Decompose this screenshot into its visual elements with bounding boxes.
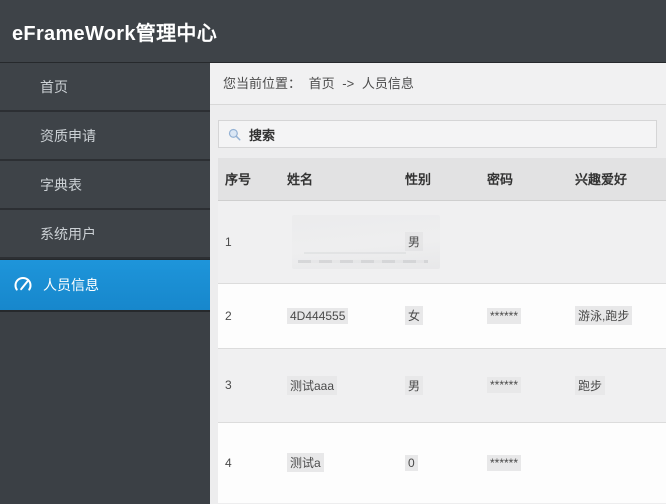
cell-gender: 女 bbox=[398, 283, 480, 349]
main-layout: 首页 资质申请 字典表 系统用户 人员信息 您当前位置： 首页 -> 人员信息 bbox=[0, 63, 666, 504]
col-header-hobby: 兴趣爱好 bbox=[568, 158, 666, 201]
col-header-index: 序号 bbox=[218, 158, 280, 201]
cell-name: 4D444555 bbox=[280, 283, 398, 349]
sidebar-item-qualification[interactable]: 资质申请 bbox=[0, 112, 210, 161]
sidebar: 首页 资质申请 字典表 系统用户 人员信息 bbox=[0, 63, 210, 504]
cell-gender: 0 bbox=[398, 422, 480, 503]
gauge-icon bbox=[13, 275, 33, 295]
cell-password: ****** bbox=[480, 348, 568, 423]
search-label: 搜索 bbox=[249, 127, 276, 143]
cell-password bbox=[480, 200, 568, 284]
cell-gender: 男 bbox=[398, 348, 480, 423]
col-header-password: 密码 bbox=[480, 158, 568, 201]
breadcrumb-home-link[interactable]: 首页 bbox=[309, 76, 335, 91]
cell-hobby bbox=[568, 422, 666, 503]
cell-name: 测试aaa bbox=[280, 348, 398, 423]
cell-name bbox=[280, 200, 440, 284]
cell-index: 1 bbox=[218, 200, 280, 284]
app-header: eFrameWork管理中心 bbox=[0, 0, 666, 63]
cell-hobby: 游泳,跑步 bbox=[568, 283, 666, 349]
search-panel-header[interactable]: 搜索 bbox=[218, 120, 657, 148]
faded-watermark-image bbox=[292, 214, 440, 269]
app-title: eFrameWork管理中心 bbox=[12, 22, 217, 45]
cell-name: 测试a bbox=[280, 422, 398, 503]
table-row[interactable]: 2 4D444555 女 ****** 游泳,跑步 bbox=[218, 283, 666, 349]
table-row[interactable]: 3 测试aaa 男 ****** 跑步 bbox=[218, 348, 666, 423]
cell-password: ****** bbox=[480, 422, 568, 503]
table-header: 序号 姓名 性别 密码 兴趣爱好 bbox=[218, 158, 666, 201]
sidebar-item-system-users[interactable]: 系统用户 bbox=[0, 210, 210, 259]
personnel-table: 序号 姓名 性别 密码 兴趣爱好 1 男 bbox=[218, 158, 666, 503]
cell-password: ****** bbox=[480, 283, 568, 349]
col-header-name: 姓名 bbox=[280, 158, 398, 201]
cell-index: 2 bbox=[218, 283, 280, 349]
sidebar-item-home[interactable]: 首页 bbox=[0, 63, 210, 112]
search-icon bbox=[227, 127, 242, 142]
col-header-gender: 性别 bbox=[398, 158, 480, 201]
cell-index: 4 bbox=[225, 455, 232, 470]
cell-hobby bbox=[568, 200, 666, 284]
table-row[interactable]: 1 男 bbox=[218, 200, 666, 284]
breadcrumb-current: 人员信息 bbox=[361, 76, 414, 91]
cell-index: 3 bbox=[218, 348, 280, 423]
table-row[interactable]: 4 测试a 0 ****** bbox=[218, 422, 666, 503]
breadcrumb-prefix: 您当前位置： bbox=[223, 76, 302, 91]
breadcrumb-arrow: -> bbox=[342, 76, 355, 91]
sidebar-item-personnel[interactable]: 人员信息 bbox=[0, 259, 210, 312]
cell-hobby: 跑步 bbox=[568, 348, 666, 423]
content-area: 您当前位置： 首页 -> 人员信息 搜索 序号 姓名 性别 密码 兴趣爱好 1 … bbox=[210, 63, 666, 504]
sidebar-menu: 首页 资质申请 字典表 系统用户 人员信息 bbox=[0, 63, 210, 312]
sidebar-item-dictionary[interactable]: 字典表 bbox=[0, 161, 210, 210]
breadcrumb: 您当前位置： 首页 -> 人员信息 bbox=[210, 63, 666, 105]
sidebar-item-label: 人员信息 bbox=[43, 276, 99, 293]
